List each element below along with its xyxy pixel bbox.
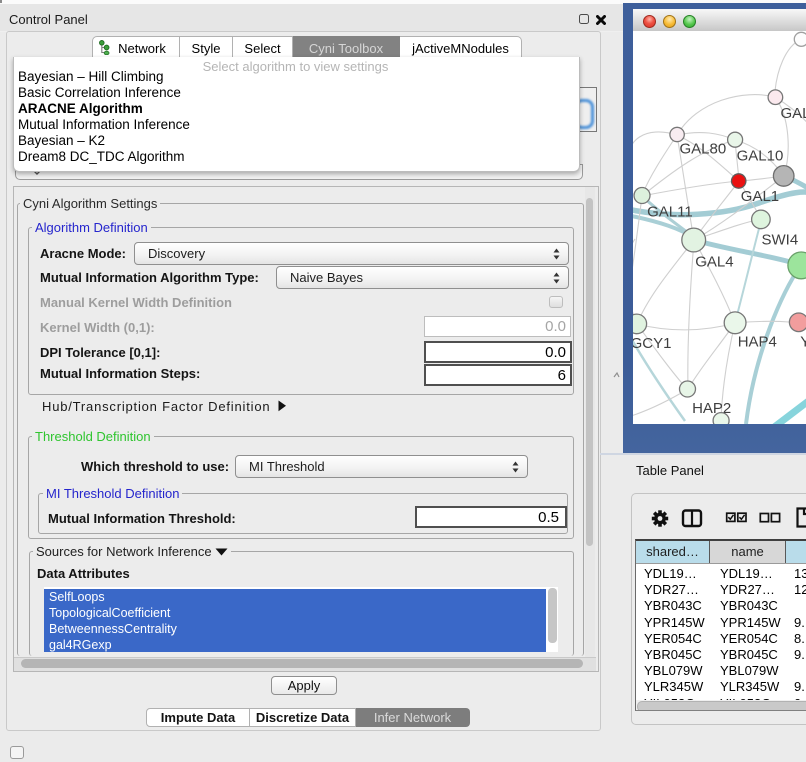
svg-text:GAL: GAL bbox=[781, 105, 806, 122]
svg-text:GAL11: GAL11 bbox=[647, 204, 693, 221]
svg-text:GAL80: GAL80 bbox=[680, 141, 727, 158]
svg-text:GAL10: GAL10 bbox=[737, 148, 784, 165]
svg-text:HAP4: HAP4 bbox=[738, 334, 777, 351]
svg-text:Y: Y bbox=[800, 334, 806, 351]
svg-text:HAP2: HAP2 bbox=[692, 400, 731, 417]
svg-text:GAL1: GAL1 bbox=[741, 188, 779, 205]
svg-text:GAL4: GAL4 bbox=[695, 254, 733, 271]
svg-text:SWI4: SWI4 bbox=[762, 232, 799, 249]
svg-text:GCY1: GCY1 bbox=[633, 335, 671, 352]
